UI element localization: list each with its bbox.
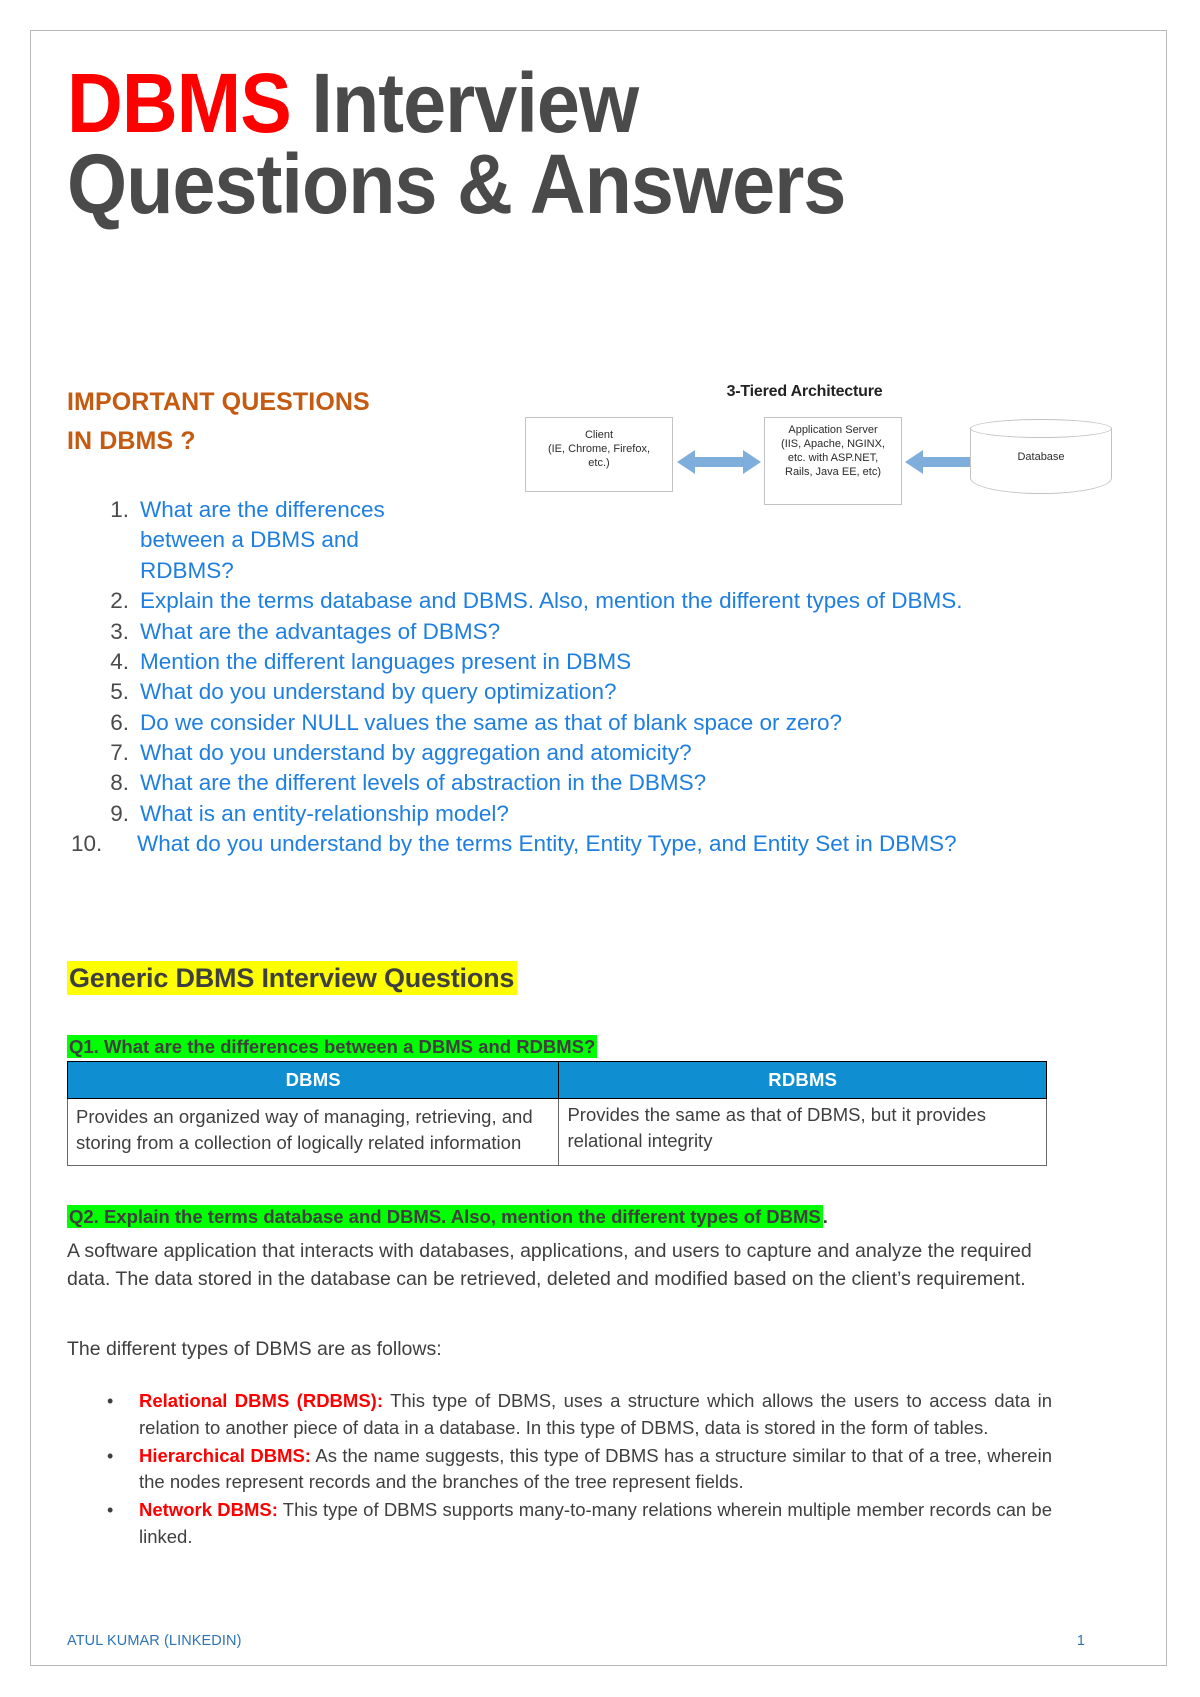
app-label-1: Application Server (788, 424, 878, 436)
client-label-1: Client (584, 429, 614, 441)
list-item-number: 9. (110, 800, 129, 826)
title-interview: Interview (290, 56, 639, 150)
client-label-3: etc.) (588, 457, 610, 470)
list-item: 9. What is an entity-relationship model? (67, 799, 1052, 829)
q1-block: Q1. What are the differences between a D… (66, 1035, 1052, 1166)
bullet-term: Hierarchical DBMS: (139, 1444, 311, 1466)
list-item: 1. What are the differences between a DB… (67, 495, 1052, 586)
list-item-label: Mention the different languages present … (140, 648, 632, 674)
list-item-label: What is an entity-relationship model? (140, 800, 509, 826)
database-label: Database (1017, 451, 1065, 463)
important-heading-line2: IN DBMS ? (67, 426, 196, 455)
list-item: 6. Do we consider NULL values the same a… (67, 708, 1052, 738)
list-item: 8. What are the different levels of abst… (67, 768, 1052, 798)
list-item-label: Explain the terms database and DBMS. Als… (140, 588, 963, 614)
list-item-number: 2. (110, 588, 129, 614)
table-header-row: DBMS RDBMS (66, 1061, 1047, 1100)
list-item: 5. What do you understand by query optim… (67, 677, 1052, 707)
footer-page-number: 1 (1076, 1633, 1085, 1649)
title-dbms: DBMS (67, 56, 292, 150)
q2-heading-label: Q2. Explain the terms database and DBMS.… (67, 1205, 823, 1228)
table-column-header-dbms: DBMS (66, 1061, 560, 1100)
diagram-application-server-box: Application Server (IIS, Apache, NGINX, … (764, 417, 902, 505)
list-item: • Relational DBMS (RDBMS): This type of D… (67, 1388, 1052, 1442)
list-item: • Hierarchical DBMS: As the name suggests… (67, 1443, 1052, 1497)
diagram-title: 3-Tiered Architecture (726, 383, 883, 400)
list-item: 7. What do you understand by aggregation… (67, 738, 1052, 768)
table-column-header-rdbms: RDBMS (558, 1061, 1047, 1100)
list-item-label: What do you understand by the terms Enti… (137, 831, 957, 857)
list-item-label: What are the different levels of abstrac… (140, 770, 707, 796)
list-item-number: 5. (110, 679, 129, 705)
page-content: DBMS Interview Questions & Answers IMPOR… (66, 61, 1130, 1665)
bidirectional-arrow-icon (677, 450, 761, 474)
list-item-label: What are the differences between a DBMS … (140, 497, 385, 583)
q2-block: Q2. Explain the terms database and DBMS.… (67, 1205, 1052, 1228)
cylinder-top (970, 419, 1112, 438)
list-item: 2. Explain the terms database and DBMS. … (67, 586, 1052, 616)
important-questions-list: 1. What are the differences between a DB… (67, 495, 1052, 860)
list-item: 10. What do you understand by the terms … (67, 829, 1052, 859)
dbms-rdbms-comparison-table: DBMS RDBMS Provides an organized way of … (66, 1061, 1047, 1166)
page-footer: ATUL KUMAR (LINKEDIN) 1 (67, 1633, 1130, 1657)
q1-heading: Q1. What are the differences between a D… (67, 1035, 1052, 1058)
list-item-number: 4. (110, 648, 129, 674)
table-cell-rdbms: Provides the same as that of DBMS, but i… (558, 1098, 1047, 1166)
dbms-types-bullet-list: • Relational DBMS (RDBMS): This type of D… (67, 1388, 1052, 1552)
list-item-number: 8. (110, 770, 129, 796)
app-label-4: Rails, Java EE, etc) (785, 466, 881, 479)
bullet-term: Network DBMS: (139, 1499, 278, 1521)
list-item: 3. What are the advantages of DBMS? (67, 617, 1052, 647)
page-title: DBMS Interview Questions & Answers (67, 61, 1045, 232)
app-label-3: etc. with ASP.NET, (787, 452, 879, 465)
table-row: Provides an organized way of managing, r… (66, 1098, 1047, 1166)
list-item-number: 7. (110, 740, 129, 765)
list-item-label: What do you understand by query optimiza… (140, 679, 617, 705)
table-cell-dbms: Provides an organized way of managing, r… (66, 1098, 560, 1166)
list-item-label: Do we consider NULL values the same as t… (140, 709, 843, 735)
section-heading-label: Generic DBMS Interview Questions (67, 961, 518, 995)
important-questions-heading: IMPORTANT QUESTIONS IN DBMS ? (67, 383, 487, 461)
title-questions-answers: Questions & Answers (67, 137, 846, 232)
important-heading-line1: IMPORTANT QUESTIONS (67, 388, 370, 416)
list-item-number: 3. (110, 618, 129, 644)
list-item-number: 1. (110, 497, 129, 522)
diagram-database-cylinder: Database (970, 419, 1112, 503)
list-item: • Network DBMS: This type of DBMS support… (67, 1497, 1052, 1551)
section-heading: Generic DBMS Interview Questions (67, 961, 518, 995)
diagram-client-box: Client (IE, Chrome, Firefox, etc.) (525, 417, 673, 492)
bullet-dot-icon: • (107, 1391, 114, 1411)
q2-heading-period: . (822, 1206, 828, 1227)
q2-answer-paragraph: A software application that interacts wi… (67, 1240, 1032, 1291)
list-item: 4. Mention the different languages prese… (67, 647, 1052, 677)
list-item-label: What do you understand by aggregation an… (140, 740, 692, 765)
bullet-term: Relational DBMS (RDBMS): (139, 1390, 383, 1411)
list-item-label: What are the advantages of DBMS? (140, 618, 501, 644)
app-label-2: (IIS, Apache, NGINX, (781, 438, 885, 451)
client-label-2: (IE, Chrome, Firefox, (547, 443, 651, 456)
document-page: DBMS Interview Questions & Answers IMPOR… (30, 30, 1167, 1666)
bullet-dot-icon: • (107, 1445, 114, 1466)
q2-types-lead-in: The different types of DBMS are as follo… (67, 1338, 442, 1360)
footer-author: ATUL KUMAR (LINKEDIN) (67, 1633, 242, 1649)
q2-heading: Q2. Explain the terms database and DBMS.… (67, 1205, 1052, 1228)
bullet-dot-icon: • (107, 1500, 114, 1521)
q1-heading-label: Q1. What are the differences between a D… (67, 1035, 598, 1058)
list-item-number: 10. (71, 831, 103, 857)
list-item-number: 6. (110, 709, 129, 735)
